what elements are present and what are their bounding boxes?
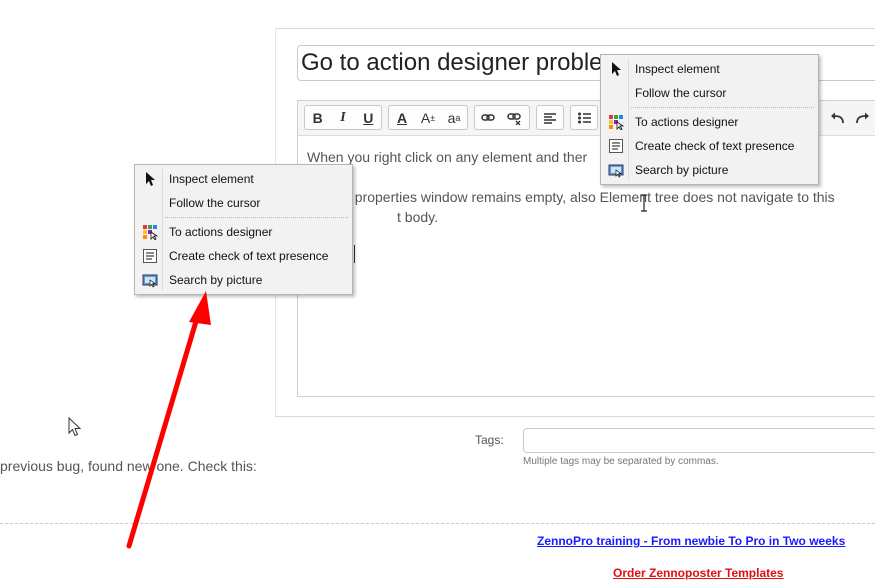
arrow-shaft — [126, 315, 200, 549]
arrow-head-icon — [189, 291, 211, 325]
annotation-arrow — [126, 291, 211, 549]
